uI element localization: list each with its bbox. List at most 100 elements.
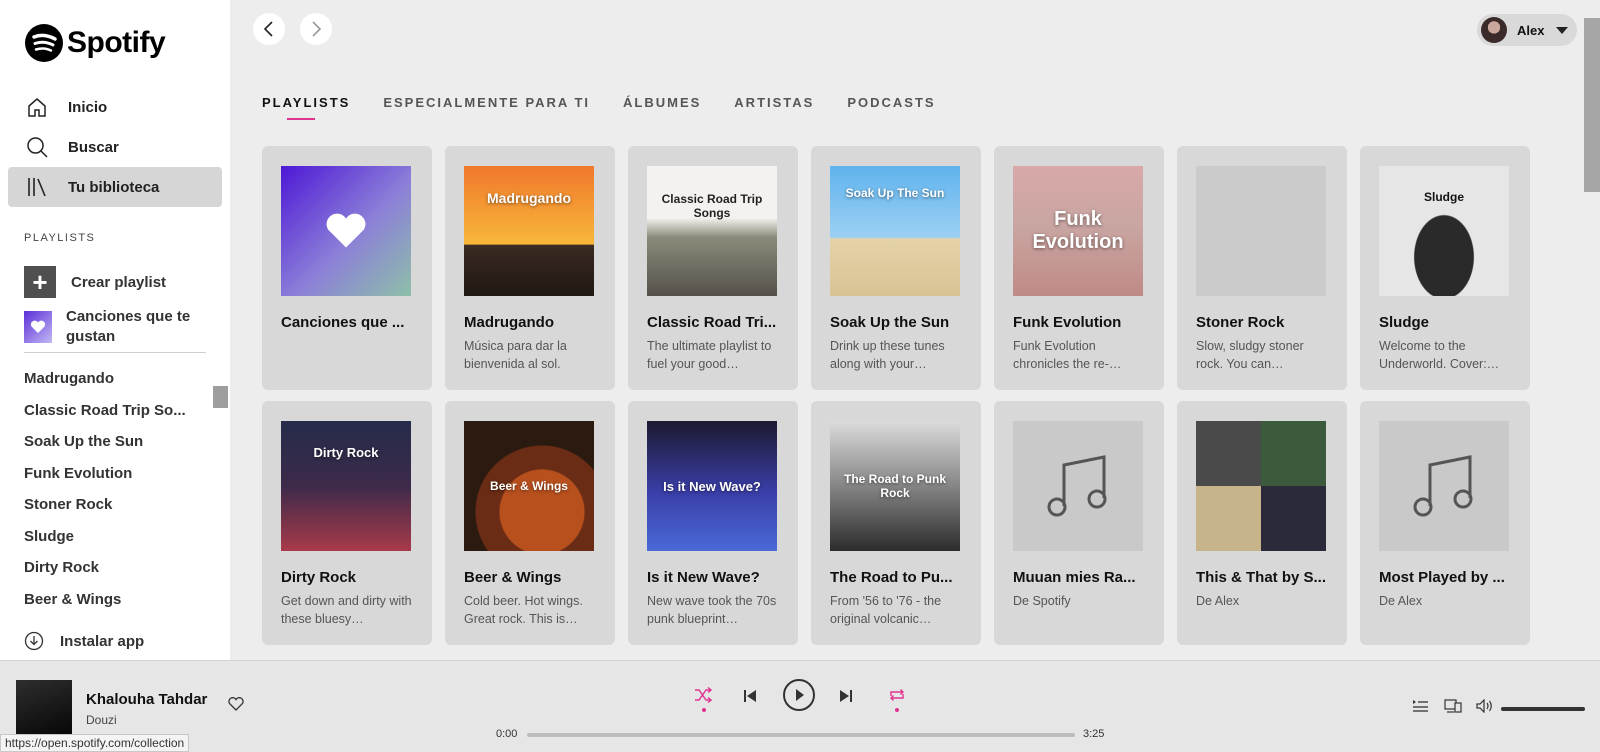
playlist-card[interactable]: The Road to Punk Rock The Road to Pu... … xyxy=(811,401,981,645)
main-scrollbar-thumb[interactable] xyxy=(1584,18,1600,192)
playlist-card[interactable]: Classic Road Trip Songs Classic Road Tri… xyxy=(628,146,798,390)
card-description: From '56 to '76 - the original volcanic… xyxy=(830,594,942,626)
card-description: Música para dar la bienvenida al sol. xyxy=(464,339,567,371)
library-tabs: PLAYLISTS ESPECIALMENTE PARA TI ÁLBUMES … xyxy=(262,95,969,120)
playlist-card[interactable]: Canciones que ... xyxy=(262,146,432,390)
main-nav: Inicio Buscar Tu biblioteca xyxy=(8,87,222,207)
liked-songs-link[interactable]: Canciones que te gustan xyxy=(24,307,206,347)
shuffle-active-dot xyxy=(702,708,706,712)
nav-library-label: Tu biblioteca xyxy=(68,178,160,196)
volume-button[interactable] xyxy=(1476,699,1494,713)
now-playing-cover[interactable] xyxy=(16,680,72,736)
spotify-logo[interactable]: Spotify xyxy=(25,24,166,62)
card-title: Most Played by ... xyxy=(1379,569,1505,586)
playlist-card[interactable]: Soak Up The Sun Soak Up the Sun Drink up… xyxy=(811,146,981,390)
heart-outline-icon xyxy=(228,697,244,711)
playlist-cover xyxy=(1196,166,1326,296)
card-title: Muuan mies Ra... xyxy=(1013,569,1136,586)
liked-songs-label: Canciones que te gustan xyxy=(66,308,191,345)
progress-bar[interactable] xyxy=(527,733,1075,737)
playlist-cover xyxy=(1196,421,1326,551)
nav-home-label: Inicio xyxy=(68,98,108,116)
nav-library[interactable]: Tu biblioteca xyxy=(8,167,222,207)
back-button[interactable] xyxy=(253,13,285,45)
home-icon xyxy=(26,96,48,118)
card-title: Is it New Wave? xyxy=(647,569,760,586)
forward-button[interactable] xyxy=(300,13,332,45)
nav-search-label: Buscar xyxy=(68,138,119,156)
playlist-card[interactable]: Muuan mies Ra... De Spotify xyxy=(994,401,1164,645)
card-description: Drink up these tunes along with your… xyxy=(830,339,945,371)
sidebar-playlist-item[interactable]: Stoner Rock xyxy=(24,496,204,528)
repeat-button[interactable] xyxy=(888,687,906,703)
repeat-icon xyxy=(890,689,904,701)
playlist-card[interactable]: Dirty Rock Dirty Rock Get down and dirty… xyxy=(262,401,432,645)
card-description: De Alex xyxy=(1196,594,1240,608)
shuffle-button[interactable] xyxy=(694,687,712,703)
queue-button[interactable] xyxy=(1412,699,1428,713)
playlist-cover: Sludge xyxy=(1379,166,1509,296)
heart-icon xyxy=(24,311,52,343)
track-artist[interactable]: Douzi xyxy=(86,713,117,727)
playlist-list: Madrugando Classic Road Trip So... Soak … xyxy=(24,370,204,622)
status-url: https://open.spotify.com/collection xyxy=(0,734,190,752)
tab-made-for-you[interactable]: ESPECIALMENTE PARA TI xyxy=(383,95,590,110)
nav-home[interactable]: Inicio xyxy=(8,87,222,127)
next-button[interactable] xyxy=(839,689,853,703)
playlist-card[interactable]: Most Played by ... De Alex xyxy=(1360,401,1530,645)
playlist-card[interactable]: Stoner Rock Slow, sludgy stoner rock. Yo… xyxy=(1177,146,1347,390)
playlist-card[interactable]: Beer & Wings Beer & Wings Cold beer. Hot… xyxy=(445,401,615,645)
queue-icon xyxy=(1413,700,1428,712)
playlist-cover: Soak Up The Sun xyxy=(830,166,960,296)
card-title: Beer & Wings xyxy=(464,569,562,586)
sidebar-playlist-item[interactable]: Beer & Wings xyxy=(24,591,204,623)
tab-playlists[interactable]: PLAYLISTS xyxy=(262,95,350,120)
duration-time: 3:25 xyxy=(1083,728,1105,740)
sidebar-scrollbar-thumb[interactable] xyxy=(213,386,228,408)
cover-text: Is it New Wave? xyxy=(663,478,761,494)
playlist-card[interactable]: Madrugando Madrugando Música para dar la… xyxy=(445,146,615,390)
tab-albums[interactable]: ÁLBUMES xyxy=(623,95,701,110)
cover-text: Beer & Wings xyxy=(490,479,568,493)
install-app-label: Instalar app xyxy=(60,632,145,650)
create-playlist-button[interactable]: + Crear playlist xyxy=(24,266,166,298)
sidebar-playlist-item[interactable]: Dirty Rock xyxy=(24,559,204,591)
devices-button[interactable] xyxy=(1444,699,1462,713)
cover-text: Funk Evolution xyxy=(1032,208,1124,253)
playlist-cover: Dirty Rock xyxy=(281,421,411,551)
like-button[interactable] xyxy=(228,697,244,716)
playlist-cover: The Road to Punk Rock xyxy=(830,421,960,551)
install-app-link[interactable]: Instalar app xyxy=(24,631,144,651)
nav-search[interactable]: Buscar xyxy=(8,127,222,167)
chevron-left-icon xyxy=(263,21,273,37)
previous-button[interactable] xyxy=(743,689,757,703)
chevron-right-icon xyxy=(312,21,322,37)
library-icon xyxy=(26,176,48,198)
track-title[interactable]: Khalouha Tahdar xyxy=(86,691,207,708)
card-description: De Alex xyxy=(1379,594,1423,608)
tab-artists[interactable]: ARTISTAS xyxy=(734,95,814,110)
playlist-card[interactable]: Is it New Wave? Is it New Wave? New wave… xyxy=(628,401,798,645)
card-title: Madrugando xyxy=(464,314,554,331)
playlist-card[interactable]: Funk Evolution Funk Evolution Funk Evolu… xyxy=(994,146,1164,390)
skip-back-icon xyxy=(744,690,756,702)
card-description: Get down and dirty with these bluesy… xyxy=(281,594,412,626)
cover-text: The Road to Punk Rock xyxy=(844,472,946,500)
user-menu-button[interactable]: Alex xyxy=(1477,14,1577,46)
card-title: Soak Up the Sun xyxy=(830,314,950,331)
tab-podcasts[interactable]: PODCASTS xyxy=(847,95,935,110)
volume-slider[interactable] xyxy=(1501,707,1585,711)
sidebar-playlist-item[interactable]: Sludge xyxy=(24,528,204,560)
play-button[interactable] xyxy=(783,679,815,711)
logo-text: Spotify xyxy=(67,26,166,59)
playlist-card[interactable]: This & That by S... De Alex xyxy=(1177,401,1347,645)
sidebar-playlist-item[interactable]: Madrugando xyxy=(24,370,204,402)
sidebar-playlist-item[interactable]: Soak Up the Sun xyxy=(24,433,204,465)
card-description: De Spotify xyxy=(1013,594,1071,608)
playlists-header: PLAYLISTS xyxy=(24,232,96,244)
sidebar-playlist-item[interactable]: Funk Evolution xyxy=(24,465,204,497)
card-title: Stoner Rock xyxy=(1196,314,1285,331)
sidebar-playlist-item[interactable]: Classic Road Trip So... xyxy=(24,402,204,434)
plus-icon: + xyxy=(24,266,56,298)
playlist-card[interactable]: Sludge Sludge Welcome to the Underworld.… xyxy=(1360,146,1530,390)
